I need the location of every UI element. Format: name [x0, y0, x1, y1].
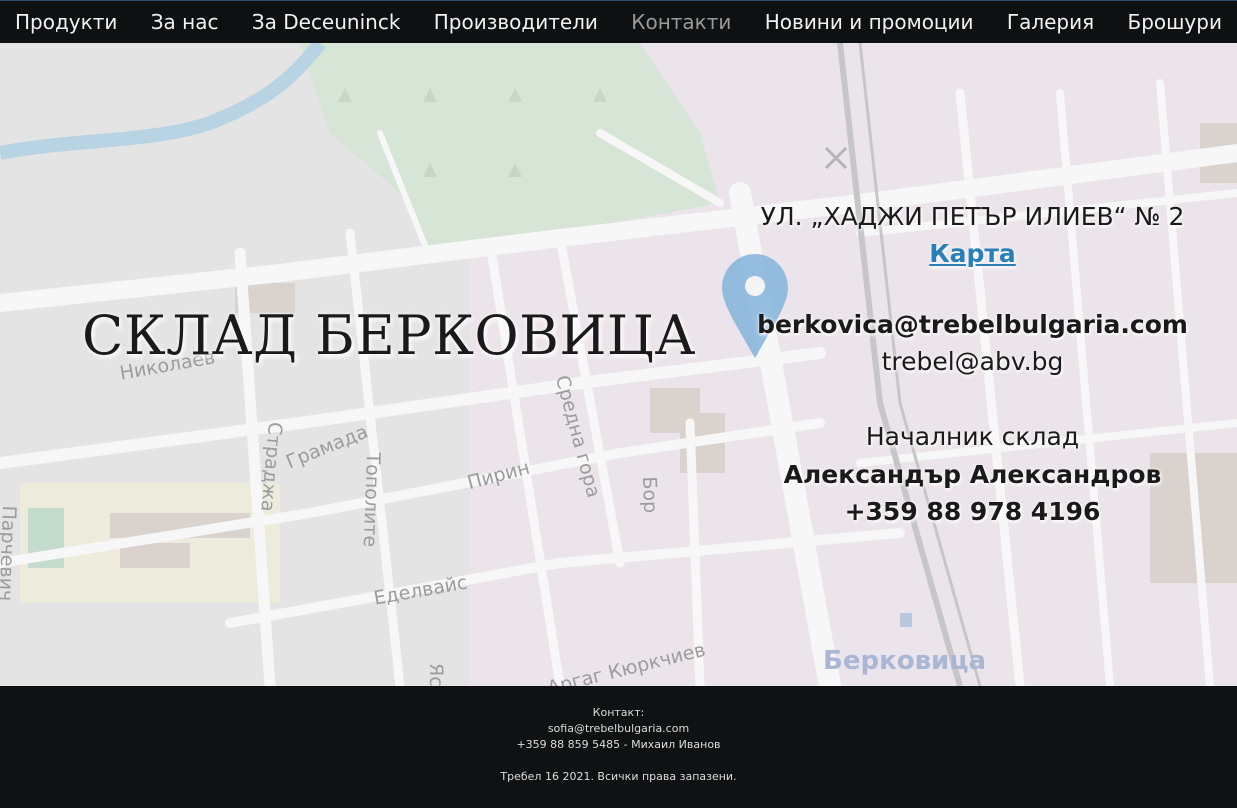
nav-item-news[interactable]: Новини и промоции: [765, 10, 974, 34]
contact-name: Александър Александров: [783, 460, 1162, 489]
nav-item-gallery[interactable]: Галерия: [1007, 10, 1094, 34]
footer-contact-label: Контакт:: [592, 706, 645, 719]
nav-item-contacts[interactable]: Контакти: [631, 10, 731, 34]
nav-item-brochures[interactable]: Брошури: [1127, 10, 1221, 34]
footer-email[interactable]: sofia@trebelbulgaria.com: [0, 721, 1237, 737]
footer-copyright: Требел 16 2021. Всички права запазени.: [500, 770, 737, 783]
street-label: Бор: [638, 476, 662, 514]
map-link[interactable]: Карта: [929, 236, 1016, 272]
contact-phone[interactable]: +359 88 978 4196: [700, 494, 1237, 530]
street-label: Тополите: [358, 452, 384, 548]
town-label: Берковица: [823, 646, 987, 676]
nav-item-products[interactable]: Продукти: [15, 10, 117, 34]
footer-phone: +359 88 859 5485 - Михаил Иванов: [516, 738, 721, 751]
page-title: СКЛАД БЕРКОВИЦА: [82, 304, 696, 367]
contact-role: Началник склад: [865, 422, 1080, 451]
street-label: Яс: [425, 663, 447, 686]
contact-info: УЛ. „ХАДЖИ ПЕТЪР ИЛИЕВ“ № 2 Карта berkov…: [700, 198, 1237, 530]
nav-item-manufacturers[interactable]: Производители: [434, 10, 598, 34]
footer: Контакт: sofia@trebelbulgaria.com +359 8…: [0, 686, 1237, 808]
nav-menu: Продукти За нас За Deceuninck Производит…: [0, 1, 1237, 43]
nav-item-about[interactable]: За нас: [151, 10, 219, 34]
email-primary[interactable]: berkovica@trebelbulgaria.com: [700, 306, 1237, 344]
address-text: УЛ. „ХАДЖИ ПЕТЪР ИЛИЕВ“ № 2: [760, 202, 1185, 231]
email-secondary[interactable]: trebel@abv.bg: [700, 344, 1237, 380]
nav-item-deceuninck[interactable]: За Deceuninck: [252, 10, 401, 34]
top-navigation: Продукти За нас За Deceuninck Производит…: [0, 0, 1237, 43]
street-label: Парчевич: [0, 505, 21, 602]
